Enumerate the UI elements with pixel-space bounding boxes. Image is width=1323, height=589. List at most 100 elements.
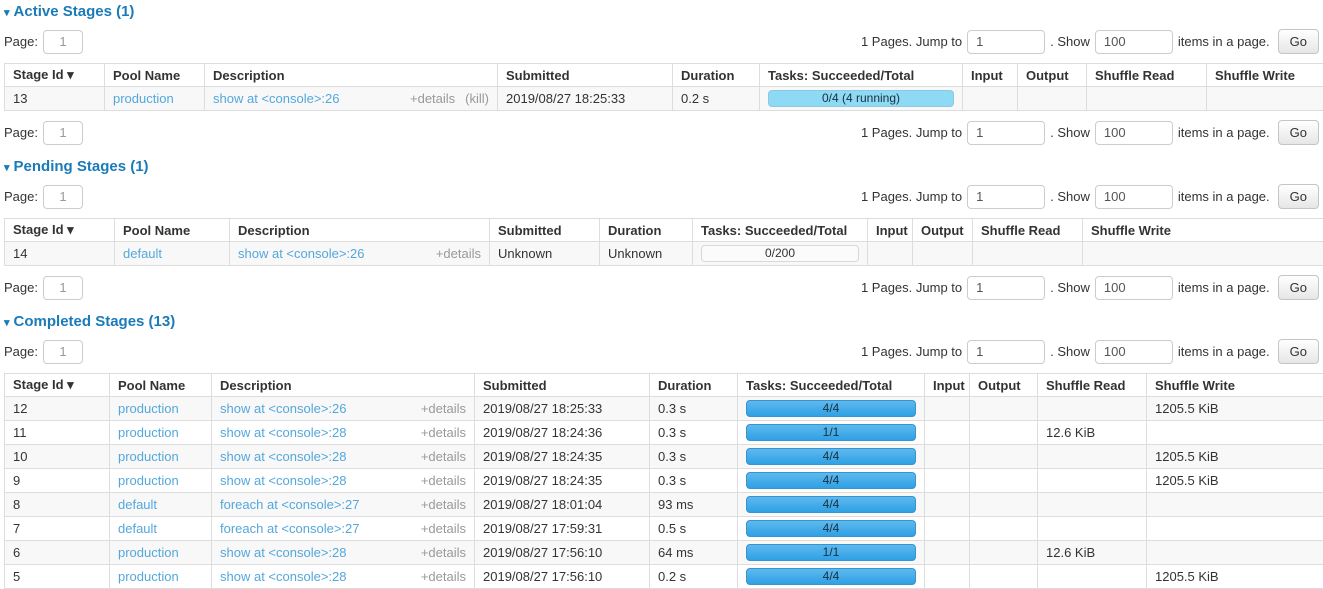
- tasks-cell: 4/4: [738, 469, 925, 493]
- column-header-output[interactable]: Output: [970, 374, 1038, 397]
- description-link[interactable]: show at <console>:26: [213, 91, 339, 106]
- pool-name-link[interactable]: production: [118, 545, 179, 560]
- description-link[interactable]: show at <console>:26: [220, 401, 346, 416]
- page-size-input[interactable]: [1095, 340, 1173, 364]
- column-header-stage-id[interactable]: Stage Id ▾: [5, 374, 110, 397]
- jump-to-input[interactable]: [967, 185, 1045, 209]
- column-header-tasks-succeeded-total[interactable]: Tasks: Succeeded/Total: [693, 219, 868, 242]
- table-header-row: Stage Id ▾Pool NameDescriptionSubmittedD…: [5, 374, 1323, 397]
- column-header-input[interactable]: Input: [925, 374, 970, 397]
- column-header-duration[interactable]: Duration: [650, 374, 738, 397]
- jump-to-input[interactable]: [967, 340, 1045, 364]
- pool-name-link[interactable]: production: [118, 425, 179, 440]
- column-header-input[interactable]: Input: [963, 64, 1018, 87]
- details-toggle[interactable]: +details: [421, 473, 466, 488]
- jump-to-input[interactable]: [967, 276, 1045, 300]
- column-header-tasks-succeeded-total[interactable]: Tasks: Succeeded/Total: [760, 64, 963, 87]
- column-header-submitted[interactable]: Submitted: [498, 64, 673, 87]
- details-toggle[interactable]: +details: [436, 246, 481, 261]
- go-button[interactable]: Go: [1278, 120, 1319, 145]
- column-header-duration[interactable]: Duration: [673, 64, 760, 87]
- column-header-shuffle-read[interactable]: Shuffle Read: [1087, 64, 1207, 87]
- tasks-progress-bar: 1/1: [746, 544, 916, 561]
- tasks-cell: 4/4: [738, 565, 925, 589]
- description-link[interactable]: show at <console>:28: [220, 545, 346, 560]
- column-header-description[interactable]: Description: [205, 64, 498, 87]
- column-header-shuffle-read[interactable]: Shuffle Read: [1038, 374, 1147, 397]
- column-header-shuffle-write[interactable]: Shuffle Write: [1147, 374, 1323, 397]
- section-header-active-stages[interactable]: ▾Active Stages (1): [4, 3, 1319, 20]
- page-number-input[interactable]: [43, 276, 83, 300]
- description-link[interactable]: foreach at <console>:27: [220, 497, 360, 512]
- shuffle-read-cell: [1038, 397, 1147, 421]
- page-size-input[interactable]: [1095, 121, 1173, 145]
- column-header-output[interactable]: Output: [913, 219, 973, 242]
- column-header-duration[interactable]: Duration: [600, 219, 693, 242]
- column-header-description[interactable]: Description: [230, 219, 490, 242]
- column-header-shuffle-read[interactable]: Shuffle Read: [973, 219, 1083, 242]
- page-number-input[interactable]: [43, 121, 83, 145]
- pool-name-link[interactable]: default: [118, 521, 157, 536]
- kill-link[interactable]: (kill): [465, 91, 489, 106]
- pool-name-link[interactable]: production: [118, 473, 179, 488]
- description-link[interactable]: show at <console>:28: [220, 473, 346, 488]
- column-header-output[interactable]: Output: [1018, 64, 1087, 87]
- page-size-input[interactable]: [1095, 30, 1173, 54]
- duration-cell: 0.3 s: [650, 421, 738, 445]
- go-button[interactable]: Go: [1278, 339, 1319, 364]
- details-toggle[interactable]: +details: [421, 545, 466, 560]
- description-link[interactable]: show at <console>:28: [220, 569, 346, 584]
- page-size-input[interactable]: [1095, 276, 1173, 300]
- column-header-shuffle-write[interactable]: Shuffle Write: [1083, 219, 1323, 242]
- pool-name-link[interactable]: production: [118, 569, 179, 584]
- column-header-pool-name[interactable]: Pool Name: [110, 374, 212, 397]
- stage-id-cell: 13: [5, 87, 105, 111]
- go-button[interactable]: Go: [1278, 275, 1319, 300]
- pool-name-link[interactable]: default: [118, 497, 157, 512]
- details-toggle[interactable]: +details: [421, 497, 466, 512]
- page-size-input[interactable]: [1095, 185, 1173, 209]
- column-header-submitted[interactable]: Submitted: [475, 374, 650, 397]
- submitted-cell: 2019/08/27 17:56:10: [475, 565, 650, 589]
- jump-to-input[interactable]: [967, 30, 1045, 54]
- description-link[interactable]: foreach at <console>:27: [220, 521, 360, 536]
- description-link[interactable]: show at <console>:28: [220, 425, 346, 440]
- column-header-stage-id[interactable]: Stage Id ▾: [5, 64, 105, 87]
- output-cell: [1018, 87, 1087, 111]
- go-button[interactable]: Go: [1278, 29, 1319, 54]
- tasks-progress-bar: 0/4 (4 running): [768, 90, 954, 107]
- page-number-input[interactable]: [43, 185, 83, 209]
- page-number-input[interactable]: [43, 30, 83, 54]
- details-toggle[interactable]: +details: [410, 91, 455, 106]
- column-header-pool-name[interactable]: Pool Name: [115, 219, 230, 242]
- pool-name-link[interactable]: production: [113, 91, 174, 106]
- description-link[interactable]: show at <console>:26: [238, 246, 364, 261]
- go-button[interactable]: Go: [1278, 184, 1319, 209]
- column-header-input[interactable]: Input: [868, 219, 913, 242]
- jump-to-input[interactable]: [967, 121, 1045, 145]
- section-title-text: Active Stages (1): [14, 3, 135, 20]
- pool-name-link[interactable]: default: [123, 246, 162, 261]
- details-toggle[interactable]: +details: [421, 401, 466, 416]
- section-header-completed-stages[interactable]: ▾Completed Stages (13): [4, 313, 1319, 330]
- details-toggle[interactable]: +details: [421, 425, 466, 440]
- column-header-shuffle-write[interactable]: Shuffle Write: [1207, 64, 1323, 87]
- duration-cell: 0.2 s: [650, 565, 738, 589]
- column-header-tasks-succeeded-total[interactable]: Tasks: Succeeded/Total: [738, 374, 925, 397]
- details-toggle[interactable]: +details: [421, 569, 466, 584]
- pool-name-link[interactable]: production: [118, 401, 179, 416]
- details-toggle[interactable]: +details: [421, 521, 466, 536]
- page-number-input[interactable]: [43, 340, 83, 364]
- pool-name-link[interactable]: production: [118, 449, 179, 464]
- page-jump-controls: 1 Pages. Jump to. Showitems in a page.Go: [861, 339, 1319, 364]
- column-header-stage-id[interactable]: Stage Id ▾: [5, 219, 115, 242]
- submitted-cell: 2019/08/27 18:25:33: [475, 397, 650, 421]
- description-link[interactable]: show at <console>:28: [220, 449, 346, 464]
- column-header-submitted[interactable]: Submitted: [490, 219, 600, 242]
- section-header-pending-stages[interactable]: ▾Pending Stages (1): [4, 158, 1319, 175]
- column-header-description[interactable]: Description: [212, 374, 475, 397]
- stage-row: 5 production show at <console>:28 +details 2…: [5, 565, 1323, 589]
- details-toggle[interactable]: +details: [421, 449, 466, 464]
- column-header-pool-name[interactable]: Pool Name: [105, 64, 205, 87]
- stage-id-cell: 5: [5, 565, 110, 589]
